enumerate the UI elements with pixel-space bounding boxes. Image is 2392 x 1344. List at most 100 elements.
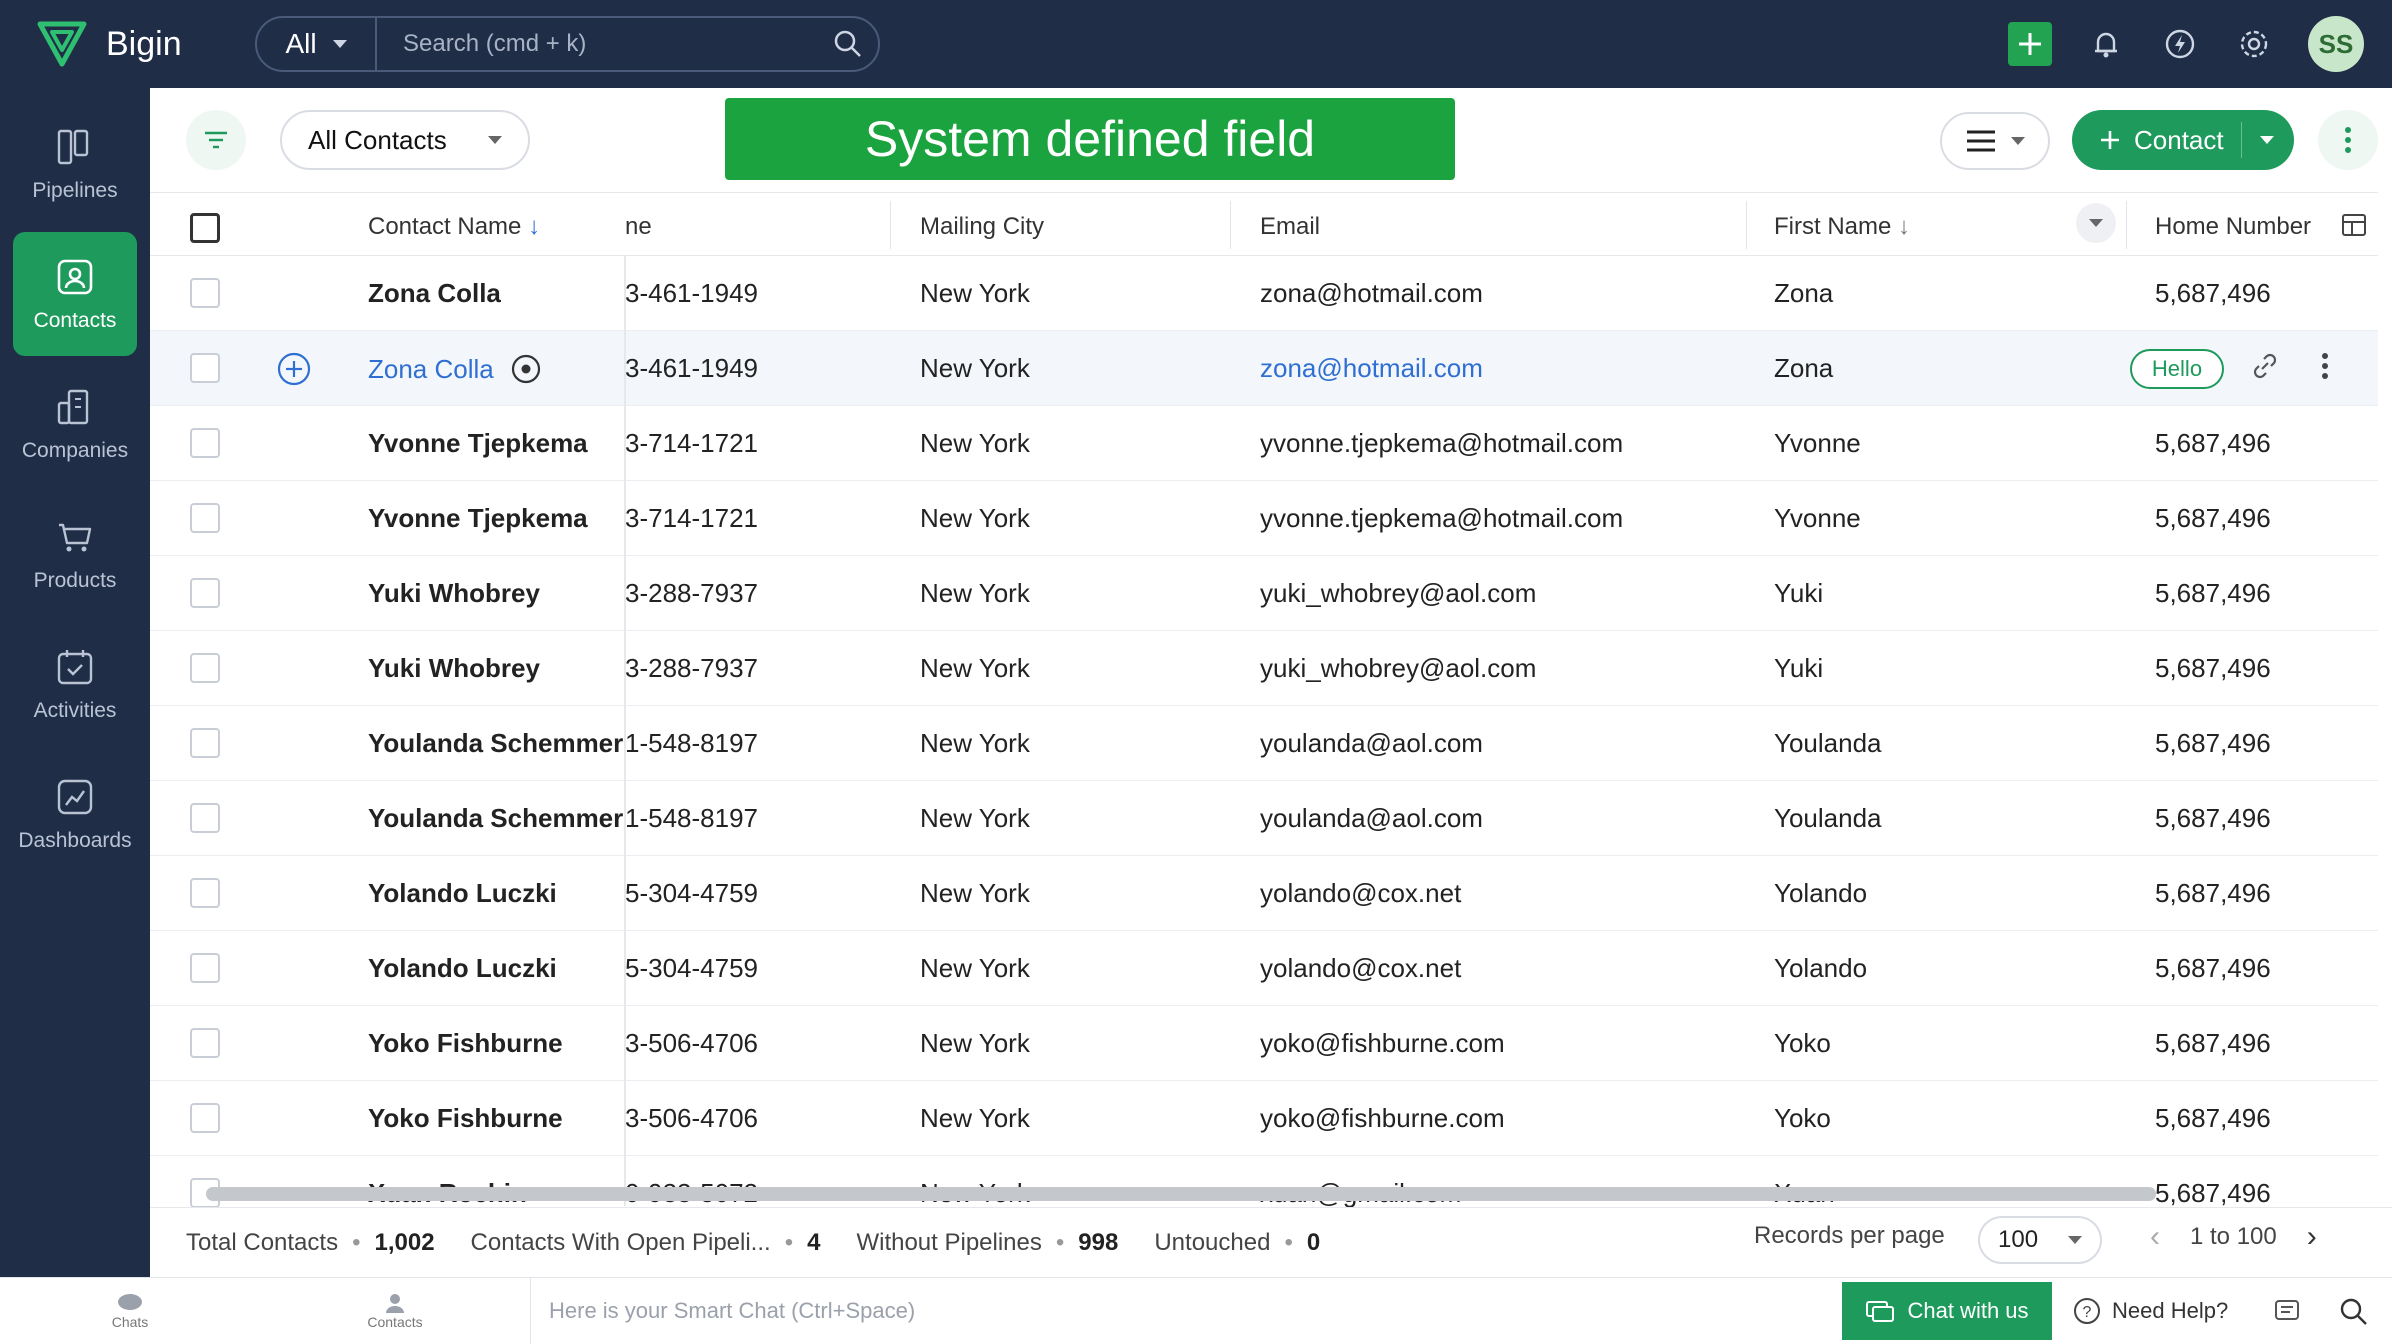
sidebar-item-contacts[interactable]: Contacts — [13, 232, 137, 356]
row-checkbox[interactable] — [190, 878, 220, 908]
chat-with-us-button[interactable]: Chat with us — [1842, 1282, 2052, 1340]
search-input[interactable] — [377, 18, 818, 70]
table-row[interactable]: Zona Colla 3-461-1949 New York zona@hotmail… — [150, 256, 2378, 331]
chevron-down-icon — [2068, 1236, 2082, 1244]
bottom-tab-label: Chats — [111, 1314, 149, 1330]
without-pipelines-label[interactable]: Without Pipelines — [856, 1229, 1041, 1257]
open-pipelines-label[interactable]: Contacts With Open Pipeli... — [471, 1229, 771, 1257]
sidebar-item-products[interactable]: Products — [13, 492, 137, 616]
mailing-city-cell: New York — [920, 1028, 1030, 1058]
column-divider — [1746, 201, 1747, 249]
add-contact-label: Contact — [2134, 124, 2224, 155]
sidebar-item-label: Activities — [33, 699, 117, 722]
row-checkbox[interactable] — [190, 803, 220, 833]
chat-with-us-label: Chat with us — [1907, 1298, 2029, 1323]
filter-button[interactable] — [186, 110, 246, 170]
bell-icon[interactable] — [2086, 24, 2126, 64]
search-scope-dropdown[interactable]: All — [257, 18, 377, 70]
column-first-name[interactable]: First Name ↓ — [1774, 213, 2024, 241]
table-row[interactable]: Yvonne Tjepkema 3-714-1721 New York yvonne.… — [150, 481, 2378, 556]
gear-icon[interactable] — [2234, 24, 2274, 64]
records-per-page-select[interactable]: 100 — [1978, 1216, 2102, 1264]
home-number-cell: 5,687,496 — [2155, 878, 2271, 908]
feedback-icon[interactable] — [2272, 1296, 2302, 1331]
user-avatar[interactable]: SS — [2308, 16, 2364, 72]
home-number-cell: 5,687,496 — [2155, 1103, 2271, 1133]
table-row[interactable]: Yoko Fishburne 3-506-4706 New York yoko@fis… — [150, 1081, 2378, 1156]
brand[interactable]: Bigin — [0, 18, 250, 70]
select-all-checkbox[interactable] — [190, 213, 220, 243]
email-cell[interactable]: zona@hotmail.com — [1260, 353, 1760, 384]
chevron-down-icon[interactable] — [2260, 136, 2274, 144]
sidebar-item-activities[interactable]: Activities — [13, 622, 137, 746]
row-checkbox[interactable] — [190, 1103, 220, 1133]
separator-dot: • — [784, 1228, 794, 1256]
add-activity-icon[interactable] — [276, 351, 312, 394]
chevron-right-icon[interactable]: › — [2307, 1220, 2317, 1254]
plus-icon — [2019, 33, 2041, 55]
add-contact-button[interactable]: Contact — [2072, 110, 2294, 170]
mailing-city-cell: New York — [920, 953, 1030, 983]
table-row[interactable]: Yolando Luczki 5-304-4759 New York yolando@… — [150, 856, 2378, 931]
row-checkbox[interactable] — [190, 728, 220, 758]
table-row[interactable]: Yoko Fishburne 3-506-4706 New York yoko@fis… — [150, 1006, 2378, 1081]
preview-eye-icon[interactable] — [510, 353, 542, 385]
link-icon[interactable] — [2250, 351, 2280, 388]
bottom-tab-chats[interactable]: Chats — [0, 1292, 260, 1330]
hello-badge[interactable]: Hello — [2130, 349, 2224, 389]
list-view-toggle[interactable] — [1940, 112, 2050, 170]
table-row[interactable]: Yuki Whobrey 3-288-7937 New York yuki_whobr… — [150, 556, 2378, 631]
help-icon: ? — [2074, 1298, 2100, 1324]
sidebar-item-companies[interactable]: Companies — [13, 362, 137, 486]
table-row[interactable]: Youlanda Schemmer 1-548-8197 New York youla… — [150, 781, 2378, 856]
contact-name-cell[interactable]: Zona Colla — [368, 353, 608, 385]
sidebar-item-pipelines[interactable]: Pipelines — [13, 102, 137, 226]
table-row[interactable]: Youlanda Schemmer 1-548-8197 New York youla… — [150, 706, 2378, 781]
column-phone[interactable]: ne — [625, 213, 865, 241]
sidebar-item-dashboards[interactable]: Dashboards — [13, 752, 137, 876]
column-options-button[interactable] — [2076, 203, 2116, 243]
search-icon[interactable] — [2338, 1296, 2370, 1333]
first-name-cell: Yoko — [1774, 1028, 1831, 1058]
mailing-city-cell: New York — [920, 503, 1030, 533]
column-settings-icon[interactable] — [2340, 211, 2368, 246]
horizontal-scrollbar[interactable] — [206, 1187, 2156, 1201]
email-cell: yvonne.tjepkema@hotmail.com — [1260, 503, 1624, 533]
row-checkbox[interactable] — [190, 353, 220, 383]
column-email[interactable]: Email — [1260, 213, 1760, 241]
table-row[interactable]: Yuki Whobrey 3-288-7937 New York yuki_whobr… — [150, 631, 2378, 706]
more-options-button[interactable] — [2318, 110, 2378, 170]
upgrade-icon[interactable] — [2160, 24, 2200, 64]
row-checkbox[interactable] — [190, 953, 220, 983]
row-checkbox[interactable] — [190, 1028, 220, 1058]
view-selector[interactable]: All Contacts — [280, 110, 530, 170]
sidebar-item-label: Pipelines — [32, 179, 118, 202]
row-checkbox[interactable] — [190, 278, 220, 308]
table-row[interactable]: Yvonne Tjepkema 3-714-1721 New York yvonne.… — [150, 406, 2378, 481]
row-checkbox[interactable] — [190, 503, 220, 533]
row-checkbox[interactable] — [190, 428, 220, 458]
quick-create-button[interactable] — [2008, 22, 2052, 66]
chevron-left-icon[interactable]: ‹ — [2150, 1220, 2160, 1254]
need-help-button[interactable]: ? Need Help? — [2072, 1296, 2228, 1326]
row-kebab-icon[interactable] — [2320, 351, 2330, 388]
bottom-tab-contacts[interactable]: Contacts — [260, 1292, 530, 1330]
row-checkbox[interactable] — [190, 653, 220, 683]
sort-down-icon: ↓ — [1898, 213, 1911, 240]
activities-icon — [57, 650, 93, 685]
column-mailing-city[interactable]: Mailing City — [920, 213, 1220, 241]
plus-icon — [2101, 131, 2119, 149]
table-row[interactable]: Yolando Luczki 5-304-4759 New York yolando@… — [150, 931, 2378, 1006]
email-cell: yuki_whobrey@aol.com — [1260, 653, 1537, 683]
untouched-label[interactable]: Untouched — [1154, 1229, 1270, 1257]
table-row[interactable]: Zona Colla 3-461-1949 New York zona@hotmail… — [150, 331, 2378, 406]
column-home-number[interactable]: Home Number — [2155, 213, 2345, 241]
search-icon[interactable] — [818, 29, 878, 59]
row-checkbox[interactable] — [190, 578, 220, 608]
mailing-city-cell: New York — [920, 878, 1030, 908]
contact-name-link[interactable]: Zona Colla — [368, 354, 494, 385]
person-icon — [386, 1294, 404, 1313]
first-name-cell: Yuki — [1774, 578, 1824, 608]
smart-chat-input[interactable]: Here is your Smart Chat (Ctrl+Space) — [530, 1278, 1840, 1344]
first-name-cell: Yolando — [1774, 953, 1868, 983]
